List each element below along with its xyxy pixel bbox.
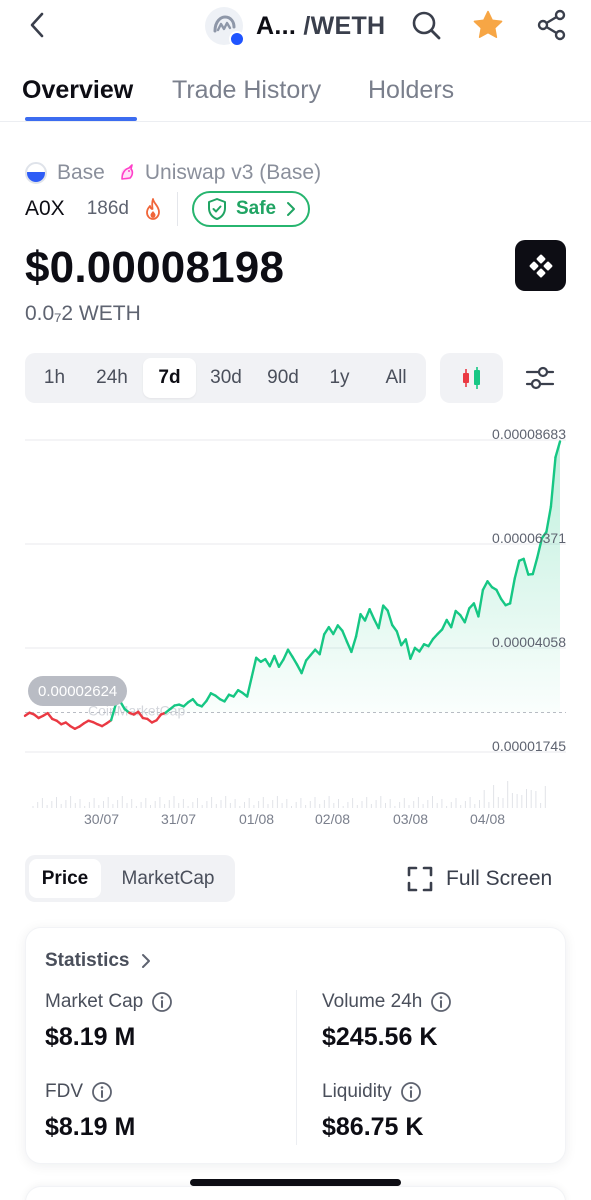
- price-chart-svg: CoinMarketCap: [23, 439, 566, 808]
- home-indicator[interactable]: [190, 1179, 401, 1186]
- chain-badge-icon: [229, 31, 245, 47]
- search-icon: [412, 11, 441, 40]
- watchlist-star-button[interactable]: [471, 8, 505, 42]
- timeframe-selector: 1h 24h 7d 30d 90d 1y All: [25, 353, 426, 403]
- expand-icon: [407, 866, 433, 892]
- timeframe-24h[interactable]: 24h: [83, 358, 141, 398]
- trade-action-button[interactable]: [515, 240, 566, 291]
- share-icon: [537, 9, 566, 41]
- stats-divider: [296, 990, 297, 1145]
- price-chart[interactable]: CoinMarketCap 0.00008683 0.00006371 0.00…: [0, 420, 591, 840]
- token-logo: [205, 7, 245, 47]
- stat-label-text: FDV: [45, 1081, 83, 1102]
- info-icon[interactable]: [91, 1081, 113, 1103]
- share-button[interactable]: [535, 8, 569, 42]
- token-meta-row: A0X 186d Safe: [25, 190, 311, 228]
- info-icon[interactable]: [151, 991, 173, 1013]
- pair-title[interactable]: A... /WETH: [256, 12, 385, 41]
- timeframe-1h[interactable]: 1h: [32, 358, 77, 398]
- statistics-header[interactable]: Statistics: [45, 950, 151, 972]
- chevron-right-icon: [287, 202, 296, 216]
- search-button[interactable]: [409, 8, 443, 42]
- x-tick-label: 31/07: [161, 811, 197, 827]
- chart-settings-button[interactable]: [520, 360, 560, 396]
- info-icon[interactable]: [400, 1081, 422, 1103]
- uniswap-icon: [117, 163, 137, 183]
- candlestick-toggle-button[interactable]: [440, 353, 503, 403]
- y-tick-label: 0.00008683: [492, 426, 566, 442]
- volume-24h-value: $245.56 K: [322, 1023, 438, 1051]
- next-section-card: [25, 1186, 566, 1200]
- chain-info-row: Base Uniswap v3 (Base): [25, 160, 321, 186]
- diamond-dots-icon: [529, 254, 552, 277]
- token-short-name: A...: [256, 12, 297, 40]
- star-icon: [473, 10, 503, 38]
- timeframe-30d[interactable]: 30d: [200, 358, 252, 398]
- x-tick-label: 03/08: [393, 811, 429, 827]
- shield-check-icon: [207, 198, 226, 220]
- chevron-right-icon: [142, 954, 151, 968]
- stat-label-text: Market Cap: [45, 991, 144, 1012]
- statistics-title: Statistics: [45, 950, 130, 971]
- tab-bar: Overview Trade History Holders: [0, 70, 591, 122]
- x-tick-label: 04/08: [470, 811, 506, 827]
- candlestick-icon: [462, 367, 480, 389]
- price-weth: 0.0₇2 WETH: [25, 302, 141, 325]
- market-cap-label: Market Cap: [45, 991, 173, 1013]
- price-usd: $0.00008198: [25, 243, 285, 292]
- token-age: 186d: [86, 198, 129, 219]
- tab-holders[interactable]: Holders: [368, 76, 454, 105]
- x-tick-label: 01/08: [239, 811, 275, 827]
- x-tick-label: 02/08: [315, 811, 351, 827]
- base-chain-icon: [25, 162, 47, 184]
- dex-name[interactable]: Uniswap v3 (Base): [145, 161, 321, 185]
- network-name[interactable]: Base: [57, 161, 105, 185]
- price-area: [25, 441, 560, 713]
- active-tab-indicator: [25, 117, 137, 121]
- toggle-price[interactable]: Price: [29, 859, 101, 898]
- volume-24h-label: Volume 24h: [322, 991, 452, 1013]
- x-tick-label: 30/07: [84, 811, 120, 827]
- y-tick-label: 0.00006371: [492, 530, 566, 546]
- statistics-card: Statistics Market Cap $8.19 M Volume 24h…: [25, 927, 566, 1164]
- quote-token: /WETH: [303, 12, 386, 40]
- chart-metric-toggle: Price MarketCap: [25, 855, 235, 902]
- sliders-icon: [525, 366, 555, 390]
- timeframe-1y[interactable]: 1y: [317, 358, 362, 398]
- fdv-value: $8.19 M: [45, 1113, 136, 1141]
- stat-label-text: Volume 24h: [322, 991, 423, 1012]
- toggle-marketcap[interactable]: MarketCap: [107, 859, 229, 898]
- token-symbol: A0X: [25, 197, 65, 220]
- chevron-left-icon: [30, 12, 44, 38]
- fdv-label: FDV: [45, 1081, 113, 1103]
- timeframe-all[interactable]: All: [370, 358, 422, 398]
- top-bar: A... /WETH: [0, 0, 591, 56]
- liquidity-value: $86.75 K: [322, 1113, 424, 1141]
- market-cap-value: $8.19 M: [45, 1023, 136, 1051]
- divider: [176, 192, 178, 226]
- timeframe-90d[interactable]: 90d: [257, 358, 309, 398]
- safety-badge-button[interactable]: Safe: [191, 191, 311, 227]
- tab-overview[interactable]: Overview: [22, 76, 133, 105]
- fire-icon: [143, 197, 163, 221]
- back-button[interactable]: [22, 10, 52, 40]
- full-screen-button[interactable]: Full Screen: [406, 865, 552, 893]
- stat-label-text: Liquidity: [322, 1081, 392, 1102]
- timeframe-7d[interactable]: 7d: [143, 358, 196, 398]
- y-tick-label: 0.00004058: [492, 634, 566, 650]
- start-price-pill: 0.00002624: [28, 676, 128, 706]
- tab-trade-history[interactable]: Trade History: [172, 76, 321, 105]
- y-tick-label: 0.00001745: [492, 738, 566, 754]
- full-screen-label: Full Screen: [446, 867, 553, 890]
- info-icon[interactable]: [430, 991, 452, 1013]
- safety-label: Safe: [235, 198, 277, 219]
- liquidity-label: Liquidity: [322, 1081, 422, 1103]
